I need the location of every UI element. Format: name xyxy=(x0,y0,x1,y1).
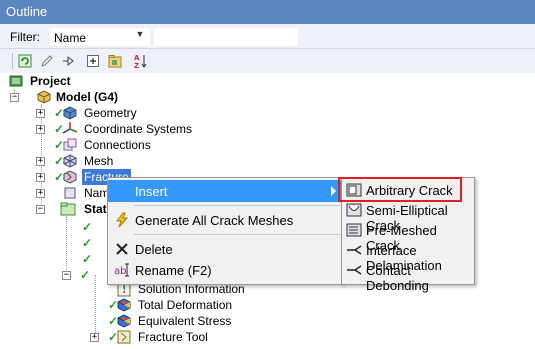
filter-label: Filter: xyxy=(10,30,40,44)
expand-icon[interactable]: + xyxy=(90,333,99,342)
tree-label-coordinate-systems: Coordinate Systems xyxy=(84,122,193,136)
delete-label: Delete xyxy=(135,242,173,257)
static-structural-icon xyxy=(60,202,76,216)
expand-icon[interactable]: + xyxy=(36,109,45,118)
outline-title-bar: Outline xyxy=(0,0,535,24)
tree-node-mesh[interactable]: + ✓ Mesh xyxy=(36,153,136,169)
expand-icon[interactable]: + xyxy=(36,173,45,182)
deformation-result-icon xyxy=(117,298,131,312)
tree-label-fracture-tool: Fracture Tool xyxy=(138,330,208,344)
expand-icon[interactable]: + xyxy=(36,189,45,198)
highlight-annotation xyxy=(338,177,462,202)
context-menu-generate-all-crack-meshes[interactable]: Generate All Crack Meshes xyxy=(108,209,342,231)
semi-elliptical-crack-icon xyxy=(346,203,362,217)
rename-label: Rename (F2) xyxy=(135,263,212,278)
folder-icon[interactable] xyxy=(106,52,124,70)
submenu-label: Contact Debonding xyxy=(366,263,429,293)
sync-icon[interactable] xyxy=(60,52,78,70)
tree-node-fracture-tool[interactable]: + ✓ Fracture Tool xyxy=(90,329,250,345)
submenu-arrow-icon xyxy=(331,186,336,196)
tree-node-project[interactable]: Project xyxy=(8,73,128,89)
tree-label-mesh: Mesh xyxy=(84,154,114,168)
tree-node-geometry[interactable]: + ✓ Geometry xyxy=(36,105,166,121)
insert-label: Insert xyxy=(135,184,168,199)
geometry-icon xyxy=(63,106,77,120)
expand-icon[interactable]: + xyxy=(36,157,45,166)
tree-label-equivalent-stress: Equivalent Stress xyxy=(138,314,232,328)
tree-label-model: Model (G4) xyxy=(56,90,118,104)
svg-text:ab: ab xyxy=(114,266,126,277)
tree-label-connections: Connections xyxy=(84,138,151,152)
sort-icon[interactable]: AZ xyxy=(132,52,150,70)
delete-icon xyxy=(116,243,128,255)
outline-toolbar: AZ xyxy=(0,49,535,73)
mesh-icon xyxy=(63,154,77,168)
submenu-pre-meshed-crack[interactable]: Pre-Meshed Crack xyxy=(342,220,474,253)
submenu-contact-debonding[interactable]: Contact Debonding xyxy=(342,260,474,293)
tree-label-geometry: Geometry xyxy=(84,106,137,120)
rename-icon: ab xyxy=(114,263,129,277)
delamination-icon xyxy=(347,245,362,255)
svg-text:A: A xyxy=(134,54,140,62)
stress-result-icon xyxy=(117,314,131,328)
refresh-icon[interactable] xyxy=(16,52,34,70)
tree-node-total-deformation[interactable]: ✓ Total Deformation xyxy=(100,297,260,313)
tree-node-coordinate-systems[interactable]: + ✓ Coordinate Systems xyxy=(36,121,196,137)
filter-bar: Filter: Name ▼ xyxy=(0,24,535,49)
tree-node-model[interactable]: − Model (G4) xyxy=(10,89,170,105)
coordinate-axes-icon xyxy=(62,122,78,134)
expand-icon[interactable]: + xyxy=(36,125,45,134)
fracture-tool-icon xyxy=(117,330,131,344)
menu-separator xyxy=(134,234,340,235)
svg-text:!: ! xyxy=(122,285,126,296)
collapse-icon[interactable]: − xyxy=(62,271,71,280)
pre-meshed-crack-icon xyxy=(346,223,362,237)
context-menu-delete[interactable]: Delete xyxy=(108,238,342,260)
context-menu: Insert Generate All Crack Meshes Delete … xyxy=(107,177,343,285)
expand-all-icon[interactable] xyxy=(84,52,102,70)
tree-node-static-structural[interactable]: − Stat xyxy=(36,201,116,217)
tree-label-total-deformation: Total Deformation xyxy=(138,298,233,312)
fracture-icon xyxy=(63,170,77,184)
collapse-icon[interactable]: − xyxy=(36,205,45,214)
connections-icon xyxy=(63,138,77,151)
tree-node-connections[interactable]: ✓ Connections xyxy=(36,137,166,153)
toolbar-separator xyxy=(12,53,13,69)
tree-label-static-structural: Stat xyxy=(84,202,107,216)
model-icon xyxy=(37,90,51,104)
context-menu-insert[interactable]: Insert xyxy=(108,180,342,202)
check-icon: ✓ xyxy=(82,220,93,234)
project-icon xyxy=(9,75,23,87)
context-menu-rename[interactable]: ab Rename (F2) xyxy=(108,259,342,281)
submenu-semi-elliptical-crack[interactable]: Semi-Elliptical Crack xyxy=(342,200,474,233)
edit-icon[interactable] xyxy=(38,52,56,70)
check-icon: ✓ xyxy=(82,252,93,266)
tree-node-equivalent-stress[interactable]: ✓ Equivalent Stress xyxy=(100,313,260,329)
check-icon: ✓ xyxy=(80,268,91,282)
debonding-icon xyxy=(347,265,362,275)
tree-label-project: Project xyxy=(30,74,71,88)
named-selection-icon xyxy=(64,187,76,199)
submenu-interface-delamination[interactable]: Interface Delamination xyxy=(342,240,474,273)
svg-text:Z: Z xyxy=(134,62,139,69)
lightning-icon xyxy=(116,212,129,228)
tree-node-named-selections[interactable]: + Name xyxy=(36,185,116,201)
check-icon: ✓ xyxy=(82,236,93,250)
chevron-down-icon[interactable]: ▼ xyxy=(131,27,149,43)
filter-selected-value: Name xyxy=(54,31,87,45)
menu-separator xyxy=(134,205,340,206)
window-title: Outline xyxy=(6,4,48,19)
collapse-icon[interactable]: − xyxy=(10,93,19,102)
generate-label: Generate All Crack Meshes xyxy=(135,213,294,228)
tree-connector xyxy=(66,216,67,276)
filter-search-input[interactable] xyxy=(154,28,298,46)
